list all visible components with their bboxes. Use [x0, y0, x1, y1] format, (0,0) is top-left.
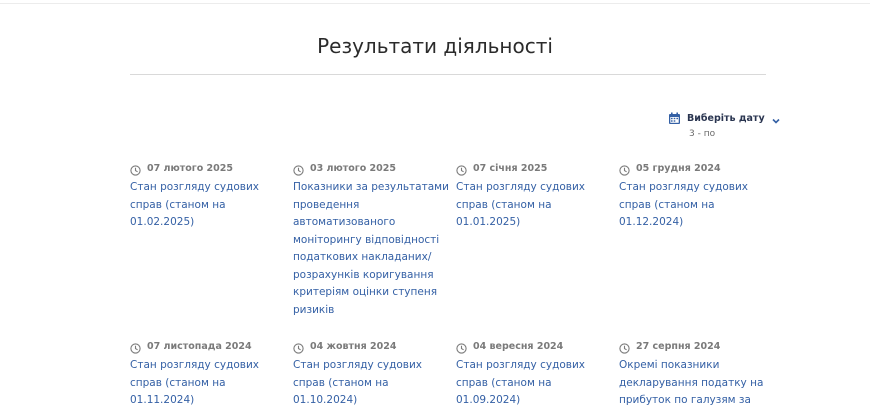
- sort-indicator: 3 - по: [689, 129, 716, 139]
- list-item: 04 вересня 2024 Стан розгляду судових спр…: [456, 339, 612, 410]
- list-item: 07 листопада 2024 Стан розгляду судових с…: [130, 339, 286, 410]
- item-date: 07 листопада 2024: [147, 340, 252, 352]
- item-title-link[interactable]: Окремі показники декларування податку на…: [619, 357, 775, 410]
- item-title-link[interactable]: Стан розгляду судових справ (станом на 0…: [456, 357, 612, 410]
- title-divider: [130, 74, 766, 75]
- clock-icon: [130, 341, 141, 354]
- list-item: 04 жовтня 2024 Стан розгляду судових спра…: [293, 339, 449, 410]
- item-meta: 03 лютого 2025: [293, 161, 449, 176]
- item-title-link[interactable]: Стан розгляду судових справ (станом на 0…: [293, 357, 449, 410]
- list-item: 07 січня 2025 Стан розгляду судових справ…: [456, 161, 612, 232]
- item-meta: 05 грудня 2024: [619, 161, 775, 176]
- date-picker-toggle[interactable]: Виберіть дату: [668, 111, 781, 125]
- clock-icon: [456, 341, 467, 354]
- clock-icon: [619, 163, 630, 176]
- list-item: 03 лютого 2025 Показники за результатами …: [293, 161, 449, 319]
- chevron-down-icon: [771, 113, 781, 124]
- item-title-link[interactable]: Стан розгляду судових справ (станом на 0…: [130, 357, 286, 410]
- page-title: Результати діяльності: [317, 34, 553, 58]
- item-date: 07 лютого 2025: [147, 162, 233, 174]
- calendar-icon: [668, 112, 681, 125]
- item-title-link[interactable]: Стан розгляду судових справ (станом на 0…: [130, 179, 286, 232]
- top-divider: [0, 3, 870, 4]
- clock-icon: [293, 341, 304, 354]
- item-meta: 04 жовтня 2024: [293, 339, 449, 354]
- list-item: 07 лютого 2025 Стан розгляду судових спра…: [130, 161, 286, 232]
- item-meta: 27 серпня 2024: [619, 339, 775, 354]
- clock-icon: [130, 163, 141, 176]
- item-date: 05 грудня 2024: [636, 162, 721, 174]
- item-date: 04 жовтня 2024: [310, 340, 397, 352]
- clock-icon: [456, 163, 467, 176]
- item-meta: 07 лютого 2025: [130, 161, 286, 176]
- item-meta: 07 листопада 2024: [130, 339, 286, 354]
- item-date: 27 серпня 2024: [636, 340, 721, 352]
- item-title-link[interactable]: Показники за результатами проведення авт…: [293, 179, 449, 319]
- item-title-link[interactable]: Стан розгляду судових справ (станом на 0…: [456, 179, 612, 232]
- clock-icon: [619, 341, 630, 354]
- date-picker-label: Виберіть дату: [687, 112, 765, 124]
- list-item: 27 серпня 2024 Окремі показники декларува…: [619, 339, 775, 410]
- item-date: 03 лютого 2025: [310, 162, 396, 174]
- list-item: 05 грудня 2024 Стан розгляду судових спра…: [619, 161, 775, 232]
- item-date: 07 січня 2025: [473, 162, 548, 174]
- item-meta: 07 січня 2025: [456, 161, 612, 176]
- item-date: 04 вересня 2024: [473, 340, 564, 352]
- clock-icon: [293, 163, 304, 176]
- item-title-link[interactable]: Стан розгляду судових справ (станом на 0…: [619, 179, 775, 232]
- item-meta: 04 вересня 2024: [456, 339, 612, 354]
